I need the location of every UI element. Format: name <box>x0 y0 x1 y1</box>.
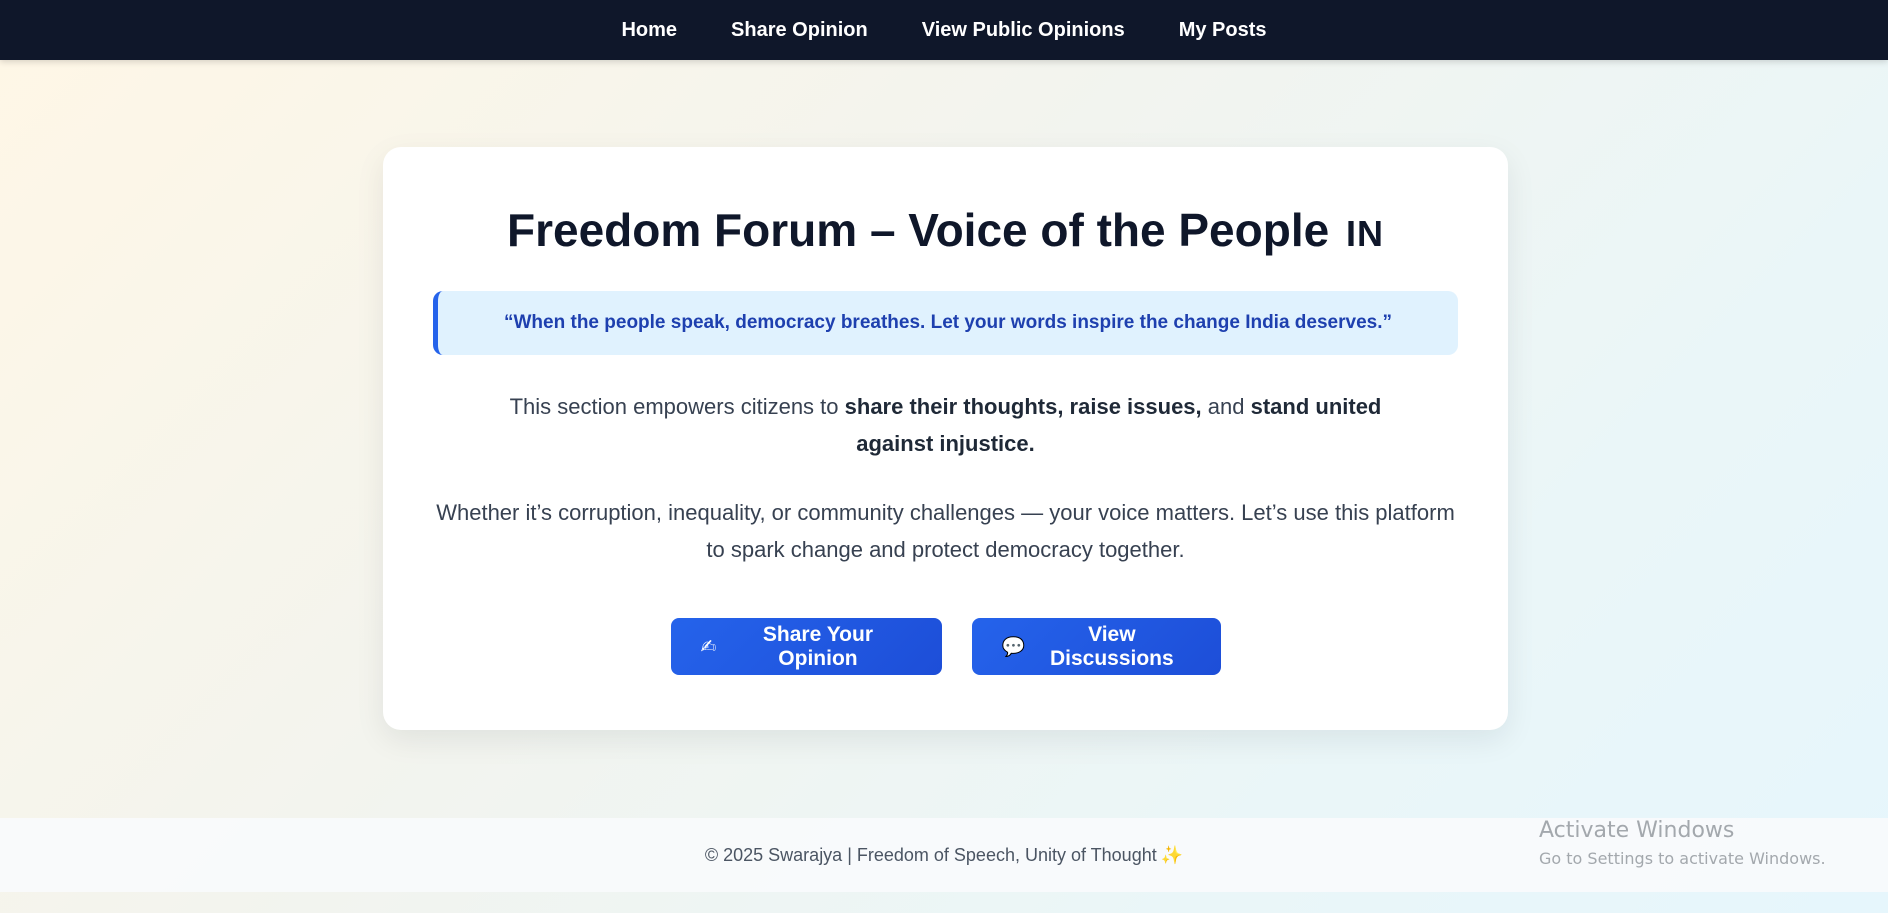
speech-bubble-icon: 💬 <box>1001 636 1026 659</box>
watermark-title: Activate Windows <box>1539 818 1735 843</box>
share-your-opinion-button[interactable]: ✍ Share Your Opinion <box>670 618 942 676</box>
footer-text: © 2025 Swarajya | Freedom of Speech, Uni… <box>704 844 1157 865</box>
nav-my-posts-link[interactable]: My Posts <box>1179 19 1267 42</box>
intro-paragraph: This section empowers citizens to share … <box>433 388 1458 462</box>
nav-view-public-opinions-link[interactable]: View Public Opinions <box>922 19 1125 42</box>
intro-text: This section empowers citizens to <box>509 394 845 420</box>
top-navbar: Home Share Opinion View Public Opinions … <box>0 0 1888 60</box>
nav-share-opinion-link[interactable]: Share Opinion <box>731 19 868 42</box>
page-title-text: Freedom Forum – Voice of the People <box>507 204 1330 256</box>
sparkles-icon: ✨ <box>1160 844 1184 865</box>
page-title: Freedom Forum – Voice of the People IN <box>433 203 1458 258</box>
inspirational-quote: “When the people speak, democracy breath… <box>433 291 1458 356</box>
intro-bold-1: share their thoughts, raise issues, <box>844 394 1202 420</box>
action-buttons: ✍ Share Your Opinion 💬 View Discussions <box>433 618 1458 676</box>
india-flag-icon: IN <box>1345 213 1384 254</box>
share-your-opinion-label: Share Your Opinion <box>762 622 874 670</box>
hero-card: Freedom Forum – Voice of the People IN “… <box>383 147 1508 730</box>
description-paragraph: Whether it’s corruption, inequality, or … <box>436 500 1455 563</box>
writing-hand-icon: ✍ <box>700 635 717 658</box>
view-discussions-button[interactable]: 💬 View Discussions <box>971 618 1221 676</box>
watermark-subtitle: Go to Settings to activate Windows. <box>1539 849 1826 868</box>
nav-home-link[interactable]: Home <box>621 19 677 42</box>
windows-activation-watermark: Activate Windows Go to Settings to activ… <box>1539 818 1826 868</box>
intro-mid-text: and <box>1201 394 1251 420</box>
view-discussions-label: View Discussions <box>1049 622 1174 670</box>
